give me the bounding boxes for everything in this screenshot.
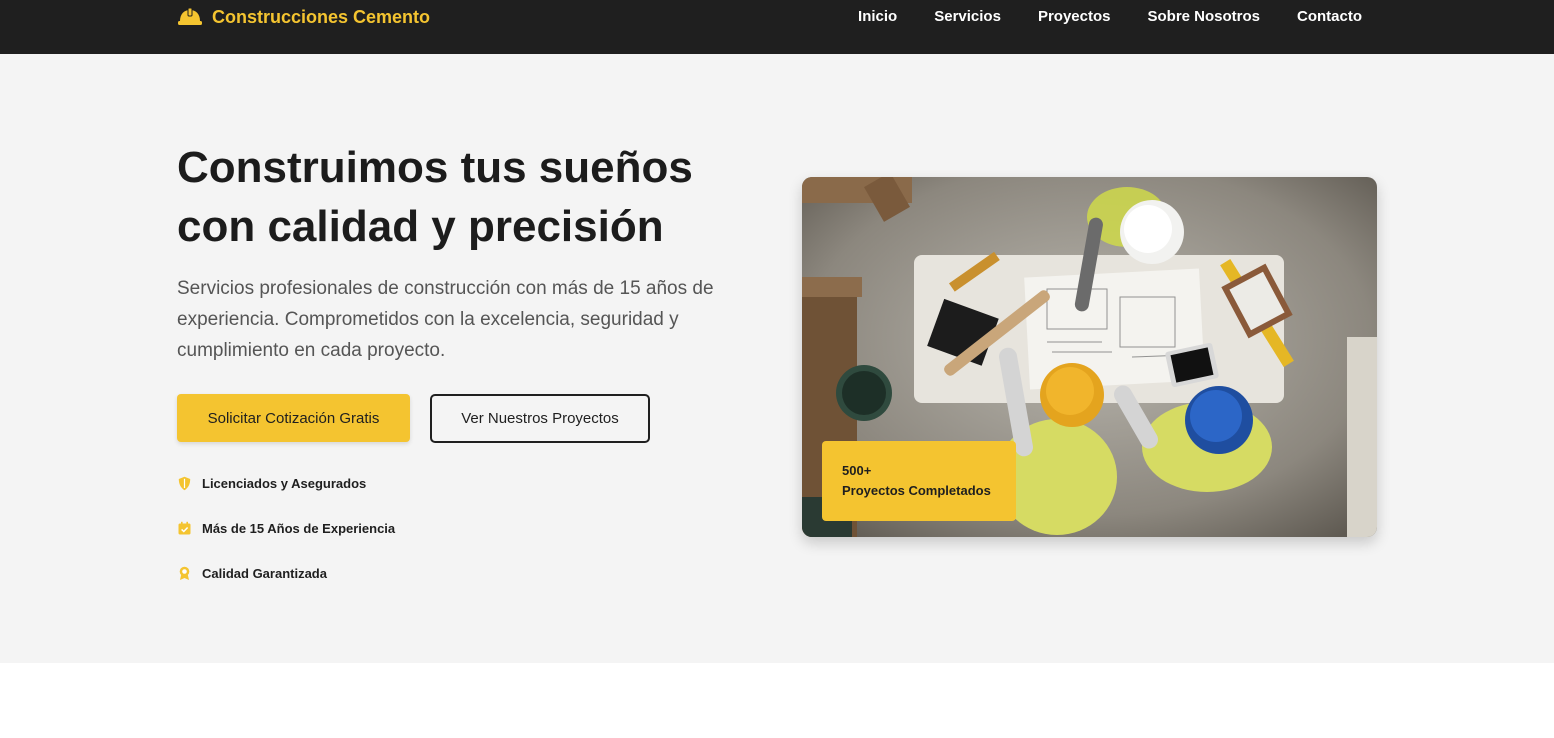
feature-label: Calidad Garantizada xyxy=(202,565,327,581)
award-icon xyxy=(177,566,192,581)
hard-hat-icon xyxy=(177,7,203,27)
feature-label: Más de 15 Años de Experiencia xyxy=(202,520,396,536)
feature-item: Licenciados y Asegurados xyxy=(177,474,477,492)
nav-link-contacto[interactable]: Contacto xyxy=(1297,7,1362,27)
nav-link-sobre-nosotros[interactable]: Sobre Nosotros xyxy=(1147,7,1260,27)
hero-title: Construimos tus sueños con calidad y pre… xyxy=(177,138,757,256)
feature-label: Licenciados y Asegurados xyxy=(202,475,367,491)
hero-title-line-1: Construimos tus sueños xyxy=(177,143,693,192)
calendar-check-icon xyxy=(177,521,192,536)
feature-item: Más de 15 Años de Experiencia xyxy=(177,519,477,537)
brand-name: Construcciones Cemento xyxy=(212,6,431,27)
stat-label: Proyectos Completados xyxy=(842,483,991,498)
stat-number: 500+ xyxy=(842,463,872,478)
main-nav: Inicio Servicios Proyectos Sobre Nosotro… xyxy=(858,7,1362,27)
projects-stat-badge: 500+ Proyectos Completados xyxy=(822,441,1016,521)
hero-title-line-2: con calidad y precisión xyxy=(177,202,664,251)
view-projects-button[interactable]: Ver Nuestros Proyectos xyxy=(430,394,650,443)
nav-link-proyectos[interactable]: Proyectos xyxy=(1038,7,1111,27)
feature-item: Calidad Garantizada xyxy=(177,564,477,582)
hero-section: Construimos tus sueños con calidad y pre… xyxy=(0,54,1554,663)
nav-link-inicio[interactable]: Inicio xyxy=(858,7,897,27)
brand-logo-link[interactable]: Construcciones Cemento xyxy=(177,5,430,29)
top-navbar: Construcciones Cemento Inicio Servicios … xyxy=(0,0,1554,54)
hero-subtitle: Servicios profesionales de construcción … xyxy=(177,278,714,361)
shield-icon xyxy=(177,476,192,491)
nav-link-servicios[interactable]: Servicios xyxy=(934,7,1001,27)
request-quote-button[interactable]: Solicitar Cotización Gratis xyxy=(177,394,410,442)
